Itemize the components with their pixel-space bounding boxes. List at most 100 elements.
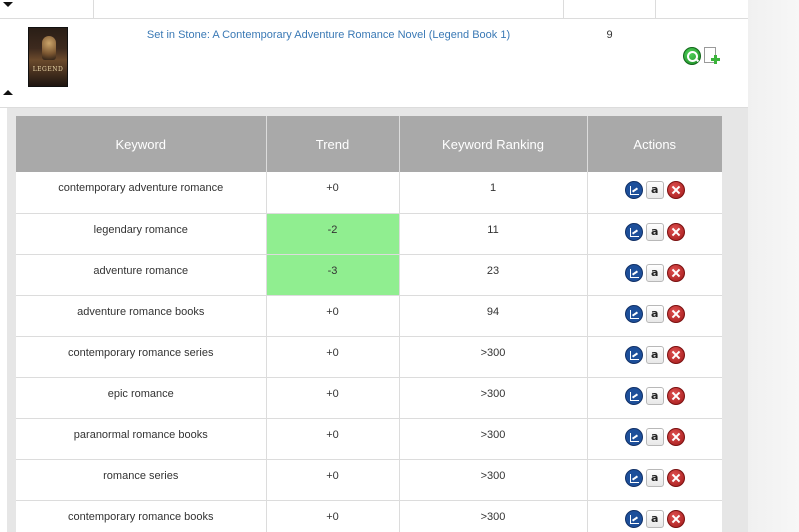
ranking-cell: >300 — [399, 500, 588, 532]
cover-title: LEGEND — [32, 66, 64, 73]
actions-cell: a — [587, 213, 723, 255]
amazon-icon[interactable]: a — [645, 345, 664, 364]
table-row: contemporary romance books +0 >300 a — [16, 500, 722, 532]
trend-cell: +0 — [266, 172, 400, 214]
table-row: adventure romance books +0 94 a — [16, 295, 723, 337]
chart-icon[interactable] — [624, 263, 643, 282]
ranking-cell: 1 — [399, 172, 588, 214]
chart-icon[interactable] — [624, 304, 643, 323]
actions-cell: a — [587, 295, 723, 337]
chart-icon[interactable] — [624, 468, 643, 487]
header-keyword-ranking[interactable]: Keyword Ranking — [399, 116, 588, 172]
keyword-cell: paranormal romance books — [16, 418, 267, 460]
actions-group: a — [588, 386, 723, 405]
amazon-icon[interactable]: a — [645, 509, 664, 528]
header-keyword[interactable]: Keyword — [16, 116, 267, 172]
delete-icon[interactable] — [666, 386, 685, 405]
keyword-cell: contemporary adventure romance — [16, 172, 267, 214]
actions-group: a — [588, 427, 723, 446]
actions-cell: a — [587, 336, 723, 378]
trend-cell: -3 — [266, 254, 400, 296]
keyword-cell: adventure romance books — [16, 295, 267, 337]
delete-icon[interactable] — [666, 181, 685, 199]
caret-down-icon[interactable] — [3, 2, 13, 7]
table-row: contemporary romance series +0 >300 a — [16, 336, 723, 378]
book-row: LEGEND Set in Stone: A Contemporary Adve… — [0, 19, 748, 108]
chart-icon[interactable] — [624, 427, 643, 446]
keyword-cell: contemporary romance books — [16, 500, 267, 532]
add-document-icon[interactable] — [702, 47, 720, 65]
ranking-cell: >300 — [399, 418, 588, 460]
search-icon[interactable] — [683, 47, 701, 65]
actions-group: a — [588, 181, 723, 199]
delete-icon[interactable] — [666, 263, 685, 282]
chart-icon[interactable] — [624, 386, 643, 405]
actions-group: a — [588, 304, 723, 323]
actions-group: a — [588, 509, 723, 528]
header-trend[interactable]: Trend — [266, 116, 400, 172]
ranking-cell: >300 — [399, 377, 588, 419]
actions-group: a — [588, 468, 723, 487]
table-row: epic romance +0 >300 a — [16, 377, 723, 419]
delete-icon[interactable] — [666, 427, 685, 446]
trend-cell: +0 — [266, 336, 400, 378]
trend-cell: +0 — [266, 459, 400, 501]
ranking-cell: >300 — [399, 336, 588, 378]
trend-cell: -2 — [266, 213, 400, 255]
keyword-cell: contemporary romance series — [16, 336, 267, 378]
ranking-cell: 11 — [399, 213, 588, 255]
book-cover-image[interactable]: LEGEND — [28, 27, 68, 87]
caret-up-icon[interactable] — [3, 90, 13, 95]
amazon-icon[interactable]: a — [645, 427, 664, 446]
keyword-panel: Keyword Trend Keyword Ranking Actions co… — [7, 108, 748, 532]
keyword-cell: adventure romance — [16, 254, 267, 296]
book-keyword-count: 9 — [606, 29, 613, 41]
plus-icon — [711, 55, 720, 64]
actions-cell: a — [587, 459, 723, 501]
chart-icon[interactable] — [624, 222, 643, 241]
table-row: romance series +0 >300 a — [16, 459, 723, 501]
header-actions: Actions — [587, 116, 722, 172]
delete-icon[interactable] — [666, 509, 685, 528]
amazon-icon[interactable]: a — [645, 263, 664, 282]
keyword-table-header: Keyword Trend Keyword Ranking Actions — [16, 116, 722, 172]
trend-cell: +0 — [266, 418, 400, 460]
actions-cell: a — [587, 418, 723, 460]
amazon-icon[interactable]: a — [645, 222, 664, 241]
table-row: paranormal romance books +0 >300 a — [16, 418, 723, 460]
amazon-icon[interactable]: a — [645, 304, 664, 323]
delete-icon[interactable] — [666, 304, 685, 323]
table-row: contemporary adventure romance +0 1 a — [16, 172, 723, 214]
actions-cell: a — [587, 172, 723, 214]
actions-group: a — [588, 263, 723, 282]
trend-cell: +0 — [266, 377, 400, 419]
amazon-icon[interactable]: a — [645, 468, 664, 487]
book-title-link[interactable]: Set in Stone: A Contemporary Adventure R… — [94, 29, 563, 41]
amazon-icon[interactable]: a — [645, 181, 664, 199]
keyword-cell: epic romance — [16, 377, 267, 419]
keyword-cell: legendary romance — [16, 213, 267, 255]
actions-cell: a — [587, 500, 722, 532]
table-row: adventure romance -3 23 a — [16, 254, 723, 296]
ranking-cell: 94 — [399, 295, 588, 337]
table-row: legendary romance -2 11 a — [16, 213, 723, 255]
ranking-cell: 23 — [399, 254, 588, 296]
trend-cell: +0 — [266, 500, 400, 532]
keyword-cell: romance series — [16, 459, 267, 501]
actions-cell: a — [587, 254, 723, 296]
keyword-table: Keyword Trend Keyword Ranking Actions co… — [16, 116, 722, 532]
chart-icon[interactable] — [624, 509, 643, 528]
chart-icon[interactable] — [624, 181, 643, 199]
amazon-icon[interactable]: a — [645, 386, 664, 405]
ranking-cell: >300 — [399, 459, 588, 501]
cover-figure — [42, 36, 56, 60]
actions-cell: a — [587, 377, 723, 419]
delete-icon[interactable] — [666, 222, 685, 241]
previous-row-strip — [0, 0, 748, 19]
trend-cell: +0 — [266, 295, 400, 337]
delete-icon[interactable] — [666, 468, 685, 487]
chart-icon[interactable] — [624, 345, 643, 364]
actions-group: a — [588, 222, 723, 241]
delete-icon[interactable] — [666, 345, 685, 364]
actions-group: a — [588, 345, 723, 364]
